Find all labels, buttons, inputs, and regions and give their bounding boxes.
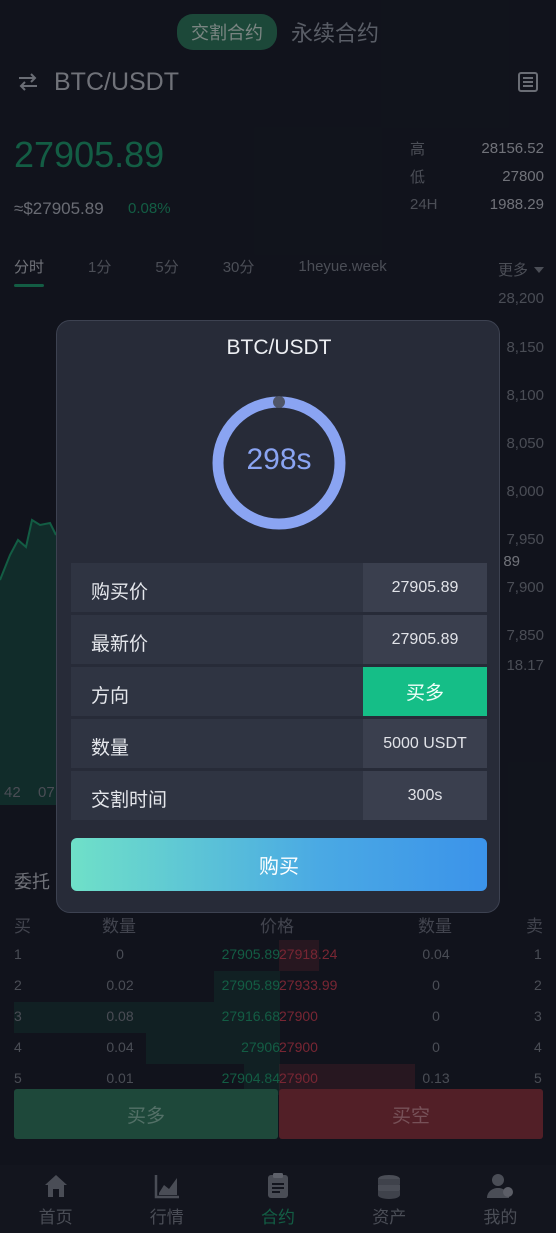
quantity-label: 数量	[91, 738, 130, 759]
order-details: 购买价 27905.89 最新价 27905.89 方向 买多 数量 5000 …	[71, 563, 487, 823]
latest-price-value: 27905.89	[363, 615, 487, 664]
latest-price-label: 最新价	[91, 634, 149, 655]
detail-row-delivery-time: 交割时间 300s	[71, 771, 487, 820]
delivery-time-value: 300s	[363, 771, 487, 820]
modal-title: BTC/USDT	[226, 336, 332, 359]
buy-price-label: 购买价	[91, 582, 149, 603]
quantity-value: 5000 USDT	[363, 719, 487, 768]
buy-price-value: 27905.89	[363, 563, 487, 612]
countdown-value: 298s	[246, 443, 312, 476]
detail-row-latest-price: 最新价 27905.89	[71, 615, 487, 664]
order-confirm-modal: BTC/USDT 298s 购买价 27905.89 最新价 27905.89 …	[56, 320, 500, 913]
detail-row-buy-price: 购买价 27905.89	[71, 563, 487, 612]
direction-value: 买多	[363, 667, 487, 716]
delivery-time-label: 交割时间	[91, 790, 168, 811]
detail-row-quantity: 数量 5000 USDT	[71, 719, 487, 768]
purchase-button[interactable]: 购买	[71, 838, 487, 891]
detail-row-direction: 方向 买多	[71, 667, 487, 716]
direction-label: 方向	[91, 686, 130, 707]
